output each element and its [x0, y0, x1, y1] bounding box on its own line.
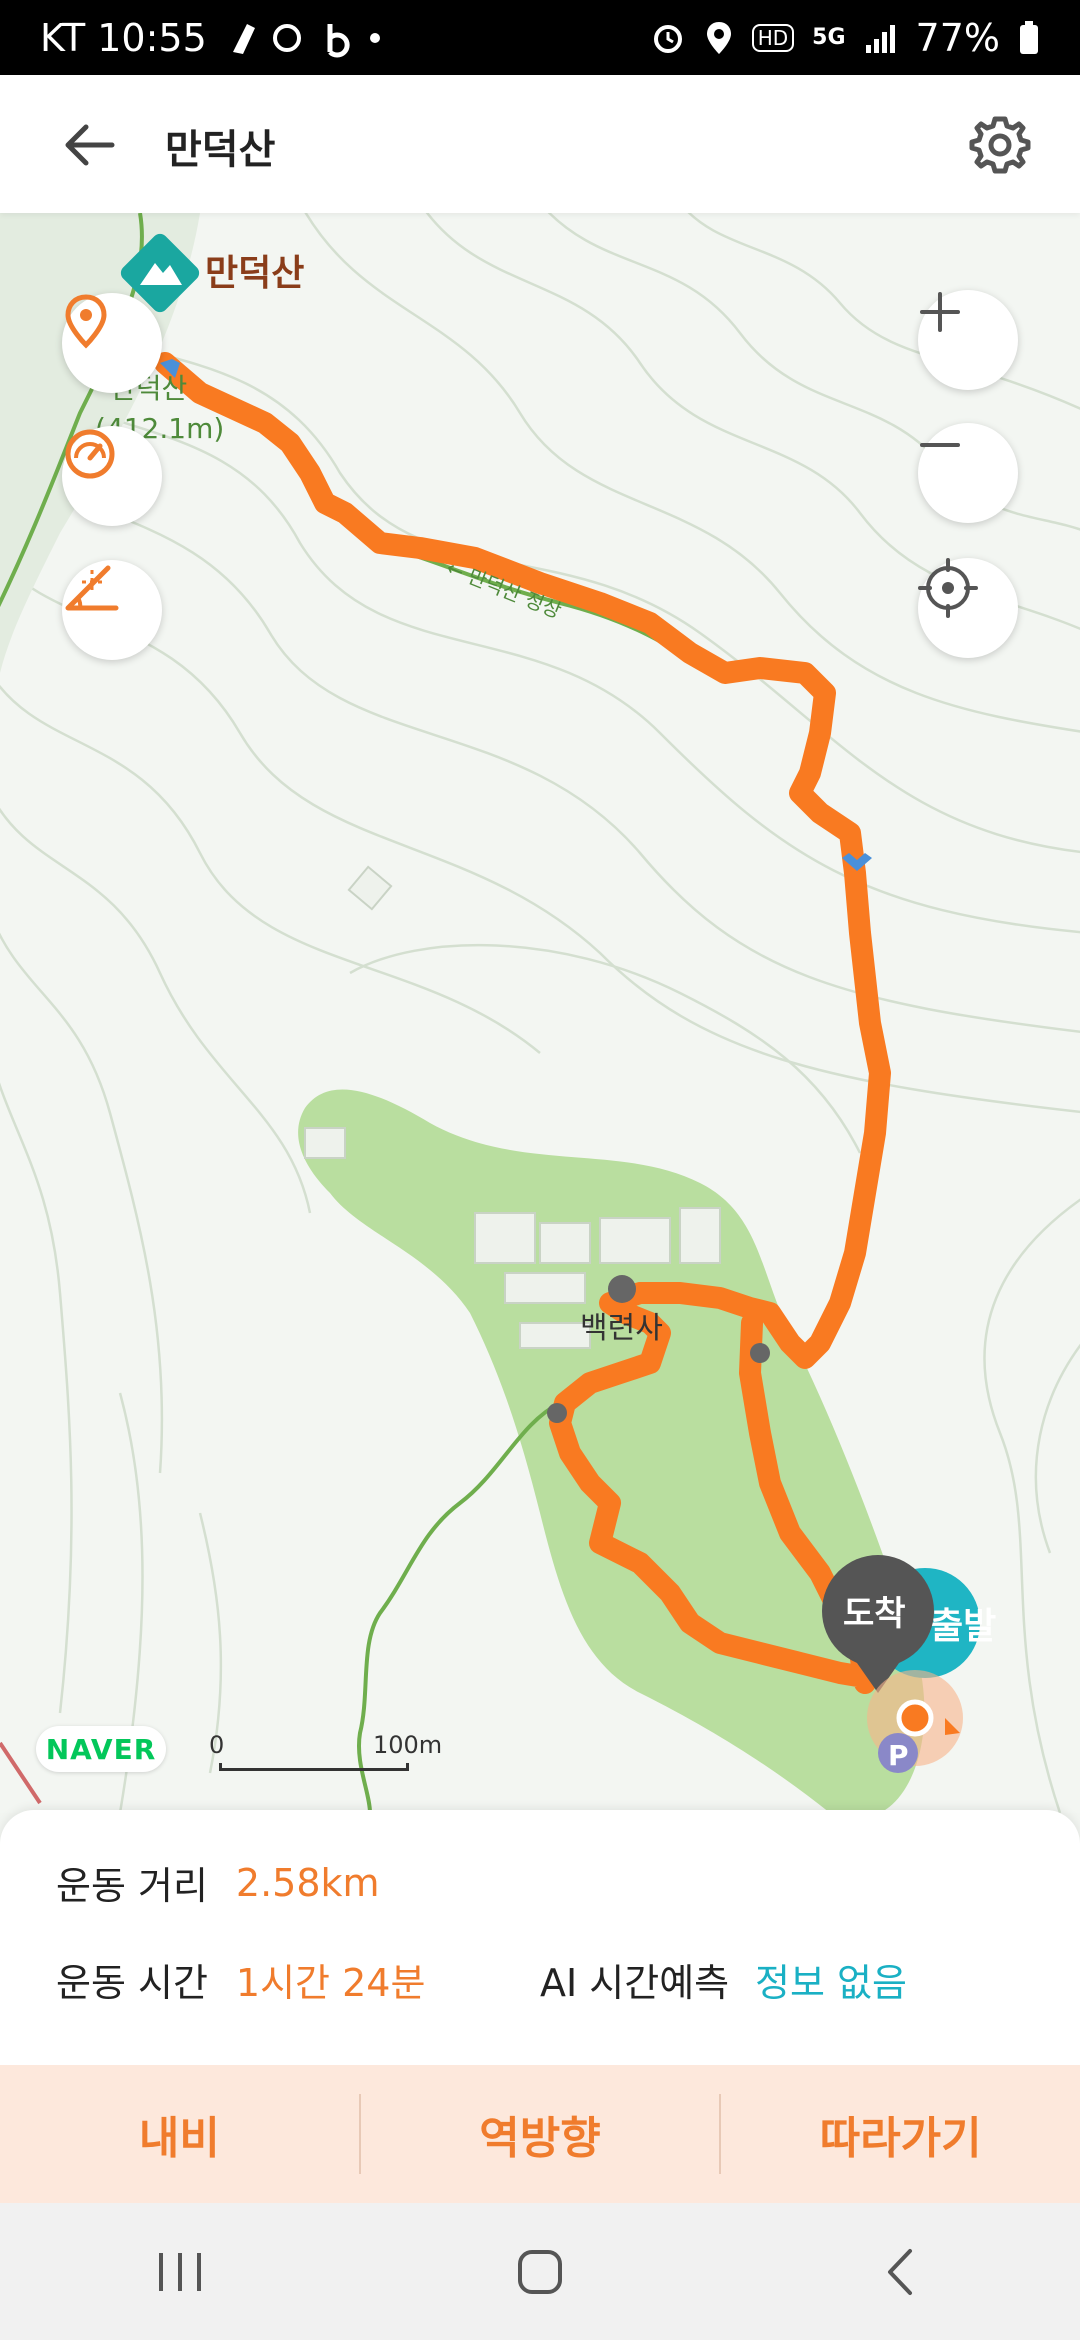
- scale-bar: 0 100m: [209, 1731, 442, 1771]
- map-pin-icon: [65, 294, 107, 349]
- follow-button[interactable]: 따라가기: [721, 2065, 1080, 2203]
- system-nav-bar: [0, 2203, 1080, 2340]
- home-icon: [518, 2249, 562, 2294]
- road-line: [0, 1741, 42, 1805]
- header: 만덕산: [0, 75, 1080, 213]
- plus-icon: [920, 292, 960, 332]
- park-area: [298, 1089, 925, 1813]
- signal-icon: [865, 24, 895, 53]
- battery-text: 77%: [915, 15, 1000, 60]
- ai-time-value: 정보 없음: [755, 1961, 907, 2005]
- pin-button[interactable]: [62, 293, 162, 393]
- network-icon: 5G: [812, 25, 846, 50]
- distance-value: 2.58km: [235, 1860, 380, 1905]
- temple-marker: [608, 1275, 636, 1303]
- crosshair-icon: [918, 558, 978, 618]
- peak-name: 만덕산: [205, 253, 304, 294]
- hd-icon: HD: [751, 23, 795, 52]
- gear-icon[interactable]: [968, 113, 1032, 177]
- poi-marker: [750, 1343, 770, 1363]
- distance-label: 운동 거리: [56, 1864, 208, 1908]
- end-badge: 도착: [843, 1594, 906, 1634]
- my-location-button[interactable]: [918, 558, 1018, 658]
- battery-icon: [1020, 20, 1038, 54]
- back-arrow-icon[interactable]: [60, 115, 120, 175]
- reverse-button[interactable]: 역방향: [361, 2065, 720, 2203]
- start-badge: 출발: [930, 1606, 996, 1647]
- scale-line: [219, 1763, 409, 1771]
- zoom-out-button[interactable]: [918, 423, 1018, 523]
- ai-time-label: AI 시간예측: [540, 1961, 730, 2005]
- zoom-in-button[interactable]: [918, 290, 1018, 390]
- parking-label: P: [888, 1739, 909, 1772]
- recent-apps-icon: [159, 2252, 201, 2291]
- back-chevron-icon: [888, 2248, 912, 2295]
- map[interactable]: 만덕산 만덕산 (412.1m) ← 만덕산 정상 백련사 출발 도착 P NA…: [0, 213, 1080, 1813]
- home-button[interactable]: [480, 2222, 600, 2322]
- speedometer-icon: [65, 429, 115, 479]
- current-location-dot: [896, 1699, 934, 1737]
- carrier-time: KT 10:55: [40, 15, 207, 60]
- naver-logo: NAVER: [36, 1726, 166, 1772]
- navi-button[interactable]: 내비: [0, 2065, 359, 2203]
- recorded-route: [154, 352, 891, 1694]
- status-right: HD 5G 77%: [650, 16, 1040, 60]
- scale-end-label: 100m: [373, 1731, 443, 1759]
- info-panel: 운동 거리 2.58km 운동 시간 1시간 24분 AI 시간예측 정보 없음: [0, 1810, 1080, 2065]
- back-nav-button[interactable]: [840, 2222, 960, 2322]
- time-value: 1시간 24분: [235, 1961, 426, 2005]
- minus-icon: [920, 443, 960, 447]
- time-row: 운동 시간 1시간 24분: [56, 1952, 425, 2007]
- action-bar: 내비 역방향 따라가기: [0, 2065, 1080, 2203]
- status-left: KT 10:55: [40, 16, 385, 60]
- time-label: 운동 시간: [56, 1961, 208, 2005]
- page-title: 만덕산: [165, 127, 276, 173]
- speedometer-button[interactable]: [62, 426, 162, 526]
- scale-start-label: 0: [209, 1731, 225, 1759]
- recent-apps-button[interactable]: [120, 2222, 240, 2322]
- slope-icon: [65, 565, 119, 611]
- location-icon: [706, 21, 731, 54]
- distance-row: 운동 거리 2.58km: [56, 1855, 380, 1910]
- slope-button[interactable]: [62, 560, 162, 660]
- poi-marker: [547, 1403, 567, 1423]
- temple-name: 백련사: [580, 1311, 663, 1346]
- status-bar: KT 10:55 HD 5G 77%: [0, 0, 1080, 75]
- alarm-icon: [653, 24, 682, 53]
- notification-icons: [232, 23, 380, 57]
